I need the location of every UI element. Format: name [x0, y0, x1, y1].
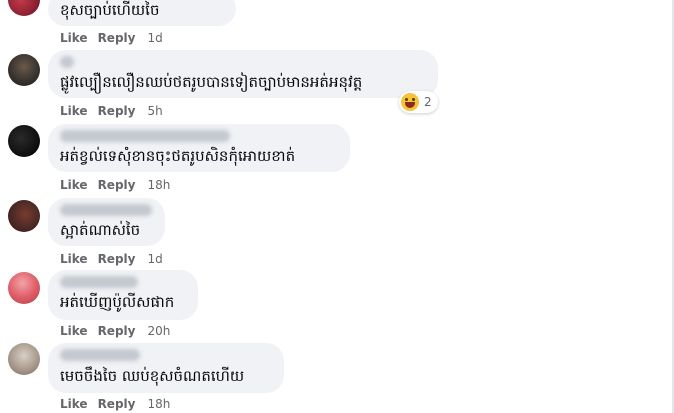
comment-item: ស្អាត់ណាស់ចៃ Like Reply 1d [0, 196, 660, 270]
comment-author[interactable] [60, 204, 152, 216]
comment-timestamp[interactable]: 5h [147, 104, 162, 118]
like-button[interactable]: Like [60, 397, 88, 411]
comment-text: មេចចឹងចៃ ឈប់ខុសចំណតហើយ [60, 367, 245, 385]
comment-item: ផ្លូវល្បឿនលឿនឈប់ថតរូបបានទៀតច្បាប់មានអត់អ… [0, 48, 660, 122]
reply-button[interactable]: Reply [98, 178, 136, 192]
comment-text: អត់ឃើញប៉ូលីសផាក [60, 293, 175, 311]
avatar[interactable] [8, 0, 40, 16]
reaction-badge[interactable]: 2 [399, 91, 438, 113]
comment-actions: Like Reply 18h [60, 397, 180, 411]
comment-bubble: ខុសច្បាប់ហើយចៃ [48, 0, 236, 26]
reply-button[interactable]: Reply [98, 397, 136, 411]
comment-item: អត់ខ្វល់ទេសុំខានចុះថតរូបសិនកុំអោយខាត់ Li… [0, 122, 660, 196]
comment-item: ខុសច្បាប់ហើយចៃ Like Reply 1d [0, 0, 660, 48]
like-button[interactable]: Like [60, 324, 88, 338]
reaction-count: 2 [424, 95, 432, 109]
comment-author[interactable] [60, 56, 74, 68]
comment-actions: Like Reply 1d [60, 31, 173, 45]
comment-text: ស្អាត់ណាស់ចៃ [60, 221, 141, 239]
reply-button[interactable]: Reply [98, 31, 136, 45]
like-button[interactable]: Like [60, 178, 88, 192]
avatar[interactable] [8, 54, 40, 86]
like-button[interactable]: Like [60, 104, 88, 118]
comment-author[interactable] [60, 130, 230, 142]
comment-item: អត់ឃើញប៉ូលីសផាក Like Reply 20h [0, 270, 660, 344]
avatar[interactable] [8, 343, 40, 375]
comment-timestamp[interactable]: 20h [147, 324, 170, 338]
avatar[interactable] [8, 125, 40, 157]
comment-actions: Like Reply 20h [60, 324, 180, 338]
haha-emoji-icon [401, 93, 419, 111]
like-button[interactable]: Like [60, 31, 88, 45]
comment-bubble: ស្អាត់ណាស់ចៃ [48, 198, 165, 246]
comment-actions: Like Reply 1d [60, 252, 173, 266]
comment-bubble: មេចចឹងចៃ ឈប់ខុសចំណតហើយ [48, 343, 284, 393]
comment-author[interactable] [60, 276, 138, 288]
avatar[interactable] [8, 200, 40, 232]
comment-timestamp[interactable]: 1d [147, 31, 162, 45]
comment-bubble: ផ្លូវល្បឿនលឿនឈប់ថតរូបបានទៀតច្បាប់មានអត់អ… [48, 50, 438, 98]
comment-actions: Like Reply 18h [60, 178, 180, 192]
comment-timestamp[interactable]: 18h [147, 178, 170, 192]
comment-actions: Like Reply 5h [60, 104, 173, 118]
avatar[interactable] [8, 272, 40, 304]
comment-timestamp[interactable]: 1d [147, 252, 162, 266]
comment-text: អត់ខ្វល់ទេសុំខានចុះថតរូបសិនកុំអោយខាត់ [60, 147, 296, 165]
reply-button[interactable]: Reply [98, 252, 136, 266]
comment-bubble: អត់ខ្វល់ទេសុំខានចុះថតរូបសិនកុំអោយខាត់ [48, 124, 350, 172]
comment-author[interactable] [60, 349, 140, 361]
comment-text: ផ្លូវល្បឿនលឿនឈប់ថតរូបបានទៀតច្បាប់មានអត់អ… [60, 73, 363, 91]
reply-button[interactable]: Reply [98, 104, 136, 118]
like-button[interactable]: Like [60, 252, 88, 266]
comment-bubble: អត់ឃើញប៉ូលីសផាក [48, 270, 198, 320]
reply-button[interactable]: Reply [98, 324, 136, 338]
comment-timestamp[interactable]: 18h [147, 397, 170, 411]
comment-text: ខុសច្បាប់ហើយចៃ [60, 1, 160, 19]
comment-item: មេចចឹងចៃ ឈប់ខុសចំណតហើយ Like Reply 18h [0, 343, 660, 413]
